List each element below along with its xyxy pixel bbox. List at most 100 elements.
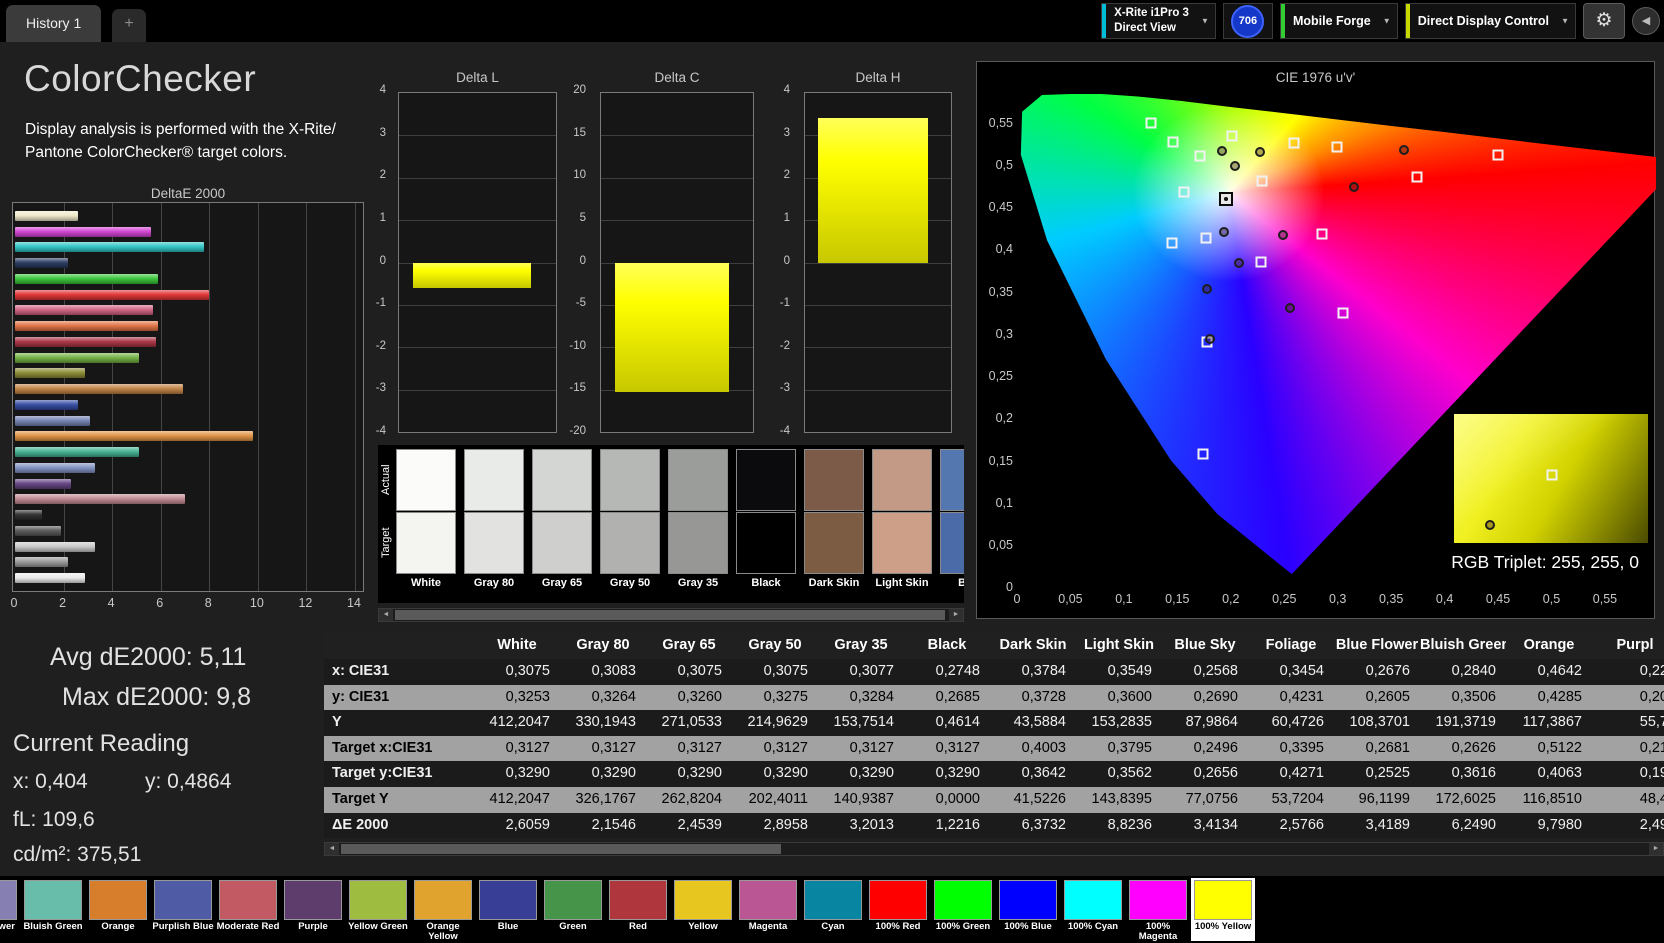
scroll-right-arrow[interactable]: ► (1649, 843, 1663, 855)
swatch-column: Gray 35 (668, 449, 728, 589)
scroll-right-arrow[interactable]: ► (949, 609, 963, 621)
delta-c-tick-label: -5 (575, 297, 586, 310)
meter-accent-bar (1102, 4, 1107, 38)
max-de2000: Max dE2000: 9,8 (62, 683, 252, 711)
patch-label: Purplish Blue (152, 921, 214, 932)
patch-label: Bluish Green (23, 921, 83, 932)
value-cell: 0,3290 (763, 765, 808, 782)
value-cell: 0,3127 (505, 739, 550, 756)
patch-button-100-magenta[interactable]: 100% Magenta (1126, 878, 1190, 942)
deltae-bar (15, 384, 183, 395)
patch-label: Cyan (821, 921, 845, 932)
patch-swatch (349, 880, 407, 920)
target-marker (1197, 448, 1209, 460)
deltae-bar-row (15, 240, 355, 256)
table-row: y: CIE31 0,3253 0,3264 0,3260 0,3275 0,3284 0,… (324, 684, 1664, 711)
deltae-bar-row (15, 271, 355, 287)
gridline (399, 135, 556, 137)
patch-button-cyan[interactable]: Cyan (801, 878, 865, 941)
tab-history-1[interactable]: History 1 (6, 5, 102, 42)
scrollbar-thumb[interactable] (395, 610, 945, 620)
value-cell: 153,7514 (833, 714, 894, 731)
meter-status-badge[interactable]: 706 (1222, 3, 1273, 39)
delta-c-tick-label: 0 (579, 254, 586, 267)
gridline (805, 389, 951, 391)
deltae-bar-row (15, 303, 355, 319)
patch-button-blue[interactable]: Blue (476, 878, 540, 941)
cie-x-tick-label: 0,2 (1222, 592, 1240, 606)
value-cell: 0,3549 (1107, 663, 1152, 679)
value-cell: 0,3253 (505, 688, 550, 705)
value-cell: 0,3454 (1279, 663, 1324, 679)
patch-button-100-blue[interactable]: 100% Blue (996, 878, 1060, 941)
value-cell: 53,7204 (1271, 790, 1324, 807)
cie-x-tick-label: 0,35 (1378, 592, 1404, 606)
patch-swatch (24, 880, 82, 920)
patch-label: Blue Flower (0, 921, 15, 932)
delta-h-tick-label: -1 (779, 297, 790, 310)
patch-label: Blue (497, 921, 519, 932)
patch-button-yellow-green[interactable]: Yellow Green (346, 878, 410, 941)
delta-l-tick-label: 1 (379, 211, 386, 224)
patch-button-red[interactable]: Red (606, 878, 670, 941)
scrollbar-thumb[interactable] (341, 844, 781, 854)
chevron-down-icon: ▼ (1561, 16, 1569, 26)
value-cell: 0,3795 (1107, 739, 1152, 756)
value-cell: 0,3075 (677, 663, 722, 679)
patch-button-100-cyan[interactable]: 100% Cyan (1061, 878, 1125, 941)
value-cell: 0,3395 (1279, 739, 1324, 756)
value-cell: 0,4285 (1537, 688, 1582, 705)
patch-button-100-green[interactable]: 100% Green (931, 878, 995, 941)
patch-button-green[interactable]: Green (541, 878, 605, 941)
delta-h-tick-label: 4 (783, 84, 790, 96)
patch-button-purple[interactable]: Purple (281, 878, 345, 941)
value-cell: 0,3260 (677, 688, 722, 705)
patch-button-yellow[interactable]: Yellow (671, 878, 735, 941)
patch-button-bluish-green[interactable]: Bluish Green (21, 878, 85, 941)
top-bar: History 1 + X-Rite i1Pro 3 Direct View ▼ … (0, 0, 1664, 42)
patch-button-blue-flower[interactable]: Blue Flower (0, 878, 20, 941)
value-cell: 0,3127 (849, 739, 894, 756)
chevron-left-icon: ◀ (1641, 15, 1651, 27)
page-title: ColorChecker (24, 58, 257, 99)
scroll-left-arrow[interactable]: ◄ (325, 843, 339, 855)
value-cell: 0,3127 (591, 739, 636, 756)
patch-button-orange-yellow[interactable]: Orange Yellow (411, 878, 475, 942)
patch-label: 100% Cyan (1067, 921, 1119, 932)
collapse-panel-button[interactable]: ◀ (1632, 7, 1660, 35)
deltae-bar (15, 321, 159, 332)
table-header-row: White Gray 80 Gray 65 Gray 50 Gray 35 Black Da… (324, 632, 1664, 659)
column-header: Gray 50 (748, 637, 802, 653)
display-control-dropdown[interactable]: Direct Display Control ▼ (1404, 3, 1576, 39)
value-cell: 2,1546 (591, 816, 636, 833)
source-dropdown[interactable]: Mobile Forge ▼ (1279, 3, 1398, 39)
actual-swatch (464, 449, 524, 511)
cie-x-tick-label: 0,3 (1328, 592, 1347, 606)
delta-h-tick-label: 1 (783, 211, 790, 224)
swatch-label: Gray 35 (677, 577, 719, 589)
cie-y-tick-label: 0,3 (995, 326, 1013, 341)
value-cell: 0,2681 (1365, 739, 1410, 756)
gear-icon: ⚙ (1595, 10, 1613, 31)
patch-swatch (284, 880, 342, 920)
patch-button-orange[interactable]: Orange (86, 878, 150, 941)
patch-list: Blue Flower Bluish Green Orange Purplish Bl… (0, 876, 1258, 943)
top-bar-controls: X-Rite i1Pro 3 Direct View ▼ 706 Mobile F… (1101, 3, 1660, 39)
patch-button-100-yellow[interactable]: 100% Yellow (1191, 878, 1255, 941)
deltae-bar (15, 478, 71, 489)
patch-button-magenta[interactable]: Magenta (736, 878, 800, 941)
patch-button-moderate-red[interactable]: Moderate Red (216, 878, 280, 941)
delta-l-tick-label: -1 (375, 297, 386, 310)
meter-dropdown[interactable]: X-Rite i1Pro 3 Direct View ▼ (1101, 3, 1216, 39)
patch-button-100-red[interactable]: 100% Red (866, 878, 930, 941)
cie-y-tick-label: 0,1 (995, 495, 1013, 510)
gridline (805, 347, 951, 349)
cie-x-tick-label: 0,5 (1542, 592, 1561, 606)
value-cell: 0,3290 (677, 765, 722, 782)
new-tab-button[interactable]: + (112, 9, 146, 42)
scroll-left-arrow[interactable]: ◄ (379, 609, 393, 621)
delta-c-tick-label: 5 (579, 211, 586, 224)
patch-button-purplish-blue[interactable]: Purplish Blue (151, 878, 215, 941)
measured-marker (1284, 303, 1295, 314)
settings-button[interactable]: ⚙ (1583, 3, 1625, 39)
